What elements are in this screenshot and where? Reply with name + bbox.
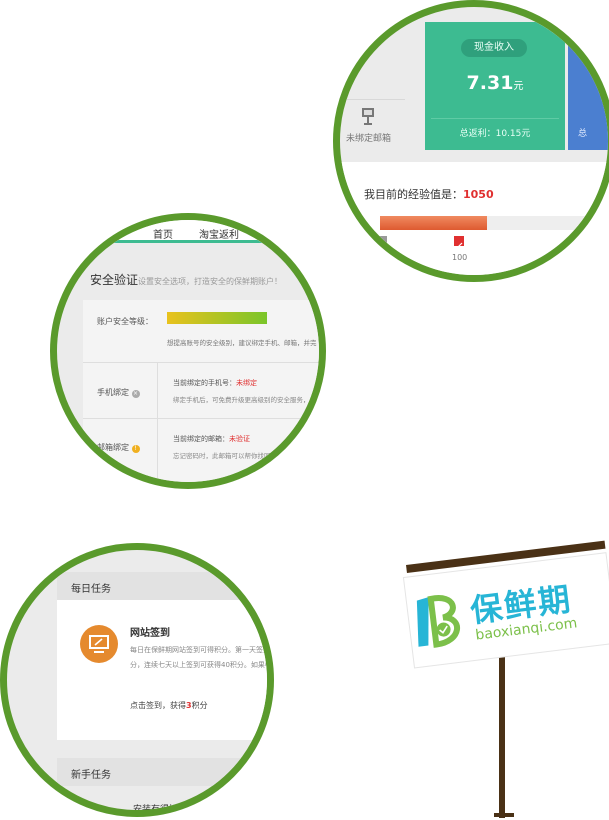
signin-link[interactable]: 点击签到，获得3积分 xyxy=(130,700,208,711)
monitor-icon xyxy=(80,625,118,663)
daily-task-header: 每日任务 xyxy=(57,572,267,600)
column-divider xyxy=(157,362,158,482)
experience-bar-fill xyxy=(380,216,487,230)
experience-label: 我目前的经验值是：1050 xyxy=(364,188,494,201)
phone-bind-label: 手机绑定 × xyxy=(97,388,140,398)
brand-signboard: 保鲜期 baoxianqi.com xyxy=(404,553,609,668)
level-marker-value: 100 xyxy=(452,253,468,262)
cash-income-badge: 现金收入 xyxy=(461,39,527,57)
task-desc-2: 分，连续七天以上签到可获得40积分。如果中 xyxy=(130,661,272,669)
tab-home[interactable]: 首页 xyxy=(153,226,173,241)
secondary-card: 总 xyxy=(568,22,608,150)
security-level-label: 账户安全等级： xyxy=(97,317,153,326)
phone-desc: 绑定手机后，可免费升级更高级别的安全服务， xyxy=(173,396,310,404)
newbie-task-header: 新手任务 xyxy=(57,758,267,786)
cash-income-card: 现金收入 7.31元 总返利：10.15元 xyxy=(425,22,565,150)
warning-icon: ! xyxy=(131,445,140,453)
level-marker-icon-left xyxy=(378,236,387,245)
experience-bar-track xyxy=(380,216,608,230)
email-bind-label: 邮箱绑定 ! xyxy=(97,442,140,453)
brand-logo-icon xyxy=(412,589,466,650)
task-title: 网站签到 xyxy=(130,628,170,639)
email-unbound-caption: 未绑定邮箱 xyxy=(346,134,392,144)
row-divider xyxy=(83,418,319,419)
total-rebate: 总返利：10.15元 xyxy=(459,129,531,139)
cash-amount: 7.31元 xyxy=(466,72,524,94)
phone-status: 当前绑定的手机号：未绑定 xyxy=(173,379,257,387)
email-status: 当前绑定的邮箱：未验证 xyxy=(173,435,250,443)
income-circle: 未绑定邮箱 现金收入 7.31元 总返利：10.15元 总 我目前的经验值是：1… xyxy=(333,0,609,282)
tab-bar: 首页 淘宝返利 xyxy=(57,220,319,243)
experience-panel: 我目前的经验值是：1050 100 xyxy=(340,162,608,275)
email-unbound-icon xyxy=(361,107,375,125)
row-divider xyxy=(83,362,319,363)
divider xyxy=(340,99,405,100)
newbie-task-partial: 安装有得插 xyxy=(133,805,179,815)
page-title: 安全验证设置安全选项，打造安全的保鲜期账户！ xyxy=(90,273,283,287)
tasks-circle: 每日任务 网站签到 每日在保鲜期网站签到可得积分。第一天签到 分，连续七天以上签… xyxy=(0,543,274,817)
card-divider xyxy=(431,118,559,119)
security-level-bar xyxy=(167,312,267,324)
task-desc-1: 每日在保鲜期网站签到可得积分。第一天签到 xyxy=(130,646,270,654)
daily-task-panel xyxy=(57,600,267,740)
sign-post-foot xyxy=(494,813,514,817)
security-level-hint: 想提高账号的安全级别，建议绑定手机、邮箱，并完 xyxy=(167,339,317,347)
level-marker-icon xyxy=(454,236,464,250)
secondary-card-label: 总 xyxy=(578,129,588,139)
email-desc: 忘记密码时，此邮箱可以帮你找回密码 xyxy=(173,452,284,460)
security-circle: 首页 淘宝返利 安全验证设置安全选项，打造安全的保鲜期账户！ 账户安全等级： 想… xyxy=(50,213,326,489)
tab-taobao-rebate[interactable]: 淘宝返利 xyxy=(199,226,239,241)
close-icon: × xyxy=(131,390,140,398)
